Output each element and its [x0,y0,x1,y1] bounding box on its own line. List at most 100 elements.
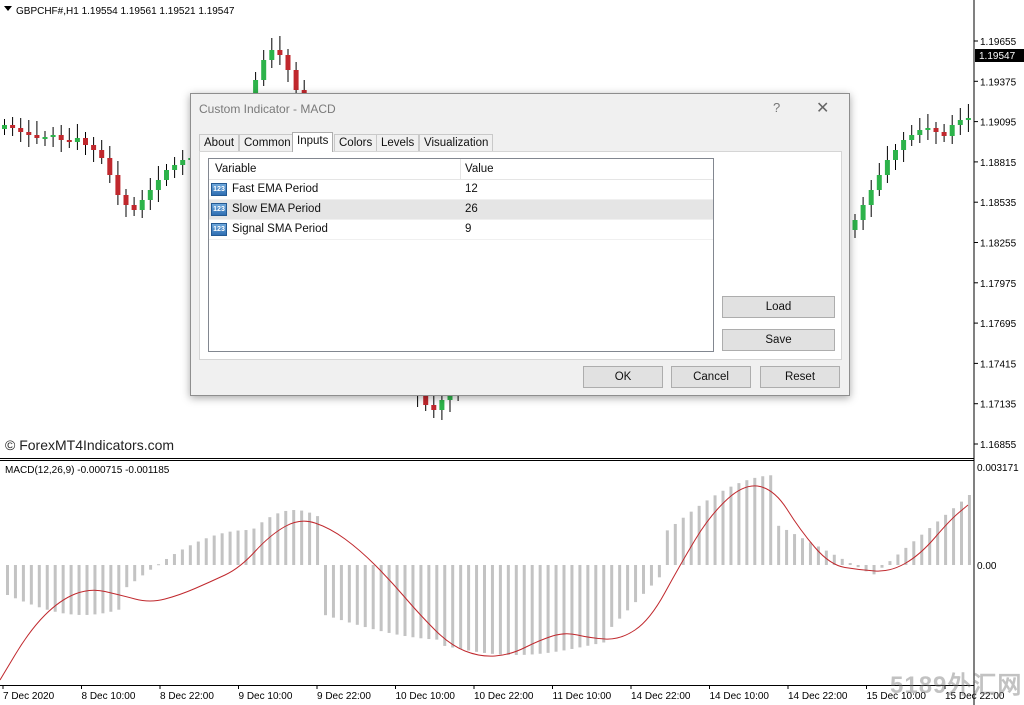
candle-body [10,125,16,128]
table-row[interactable]: 123 Slow EMA Period 26 [209,200,713,220]
price-label: 1.19375 [980,77,1017,88]
candle-body [949,125,955,136]
tab-levels[interactable]: Levels [376,134,420,151]
candle-body [925,128,931,130]
macd-info: MACD(12,26,9) -0.000715 -0.001185 [5,465,170,476]
histogram-bar [149,565,153,570]
histogram-bar [498,565,502,655]
histogram-bar [761,476,765,565]
table-row[interactable]: 123 Fast EMA Period 12 [209,180,713,200]
histogram-bar [880,565,884,568]
histogram-bar [967,495,971,565]
candle-body [180,160,186,165]
integer-param-icon: 123 [211,223,227,236]
current-price-label: 1.19547 [979,51,1016,62]
histogram-bar [69,565,73,615]
candle-body [285,55,291,70]
integer-param-icon: 123 [211,183,227,196]
tab-about[interactable]: About [199,134,240,151]
candle-body [107,158,113,175]
histogram-bar [816,546,820,565]
histogram-bar [45,565,49,610]
histogram-bar [626,565,630,611]
histogram-bar [602,565,606,643]
tab-visualization[interactable]: Visualization [419,134,494,151]
dialog-title: Custom Indicator - MACD [199,102,336,116]
help-icon[interactable]: ? [773,100,780,115]
save-button[interactable]: Save [722,329,835,351]
column-divider [460,159,461,179]
histogram-bar [888,561,892,565]
integer-param-icon: 123 [211,203,227,216]
histogram-bar [133,565,137,582]
candle-body [261,60,267,80]
time-label: 10 Dec 22:00 [474,691,534,702]
close-icon[interactable]: ✕ [816,98,829,118]
candle-body [18,128,24,132]
histogram-bar [204,538,208,565]
load-button[interactable]: Load [722,296,835,318]
histogram-bar [29,565,33,605]
histogram-bar [324,565,327,616]
tab-common[interactable]: Common [239,134,296,151]
histogram-bar [745,480,749,565]
row-variable: Slow EMA Period [232,203,321,215]
histogram-bar [403,565,407,637]
histogram-bar [705,500,709,565]
histogram-bar [125,565,129,588]
column-value: Value [465,163,494,175]
price-axis: 1.19655 1.19375 1.19095 1.18815 1.18535 1.182… [974,37,1024,451]
histogram-bar [427,565,431,640]
candle-body [884,160,890,175]
histogram-bar [180,549,184,565]
candle-body [269,50,275,60]
histogram-bar [546,565,550,653]
price-label: 1.17975 [980,279,1017,290]
tab-colors[interactable]: Colors [334,134,378,151]
histogram-bar [467,565,471,651]
histogram-bar [848,563,852,565]
histogram-bar [490,565,494,654]
histogram-bar [165,558,168,565]
candle-body [164,170,169,180]
candle-body [439,400,445,410]
price-label: 1.19655 [980,37,1017,48]
tab-inputs[interactable]: Inputs [292,132,334,152]
histogram-bar [61,565,65,614]
ok-button[interactable]: OK [583,366,663,388]
price-label: 1.17695 [980,319,1017,330]
time-label: 14 Dec 22:00 [788,691,848,702]
reset-button[interactable]: Reset [760,366,840,388]
price-label: 1.18815 [980,158,1017,169]
histogram-bar [331,565,335,618]
macd-histogram [6,475,971,655]
histogram-bar [77,565,81,615]
histogram-bar [85,565,89,615]
cancel-button[interactable]: Cancel [671,366,751,388]
candle-body [58,135,64,140]
time-label: 14 Dec 22:00 [631,691,691,702]
histogram-bar [451,565,455,648]
row-value[interactable]: 12 [465,183,478,195]
histogram-bar [729,486,733,565]
candle-body [50,135,56,137]
candle-body [277,50,283,55]
table-row[interactable]: 123 Signal SMA Period 9 [209,220,713,240]
price-label: 1.19095 [980,118,1017,129]
histogram-bar [665,530,669,565]
histogram-bar [506,565,510,655]
histogram-bar [268,517,272,565]
histogram-bar [379,565,383,632]
histogram-bar [769,475,773,565]
inputs-panel: Variable Value 123 Fast EMA Period 12 12… [199,151,842,360]
row-value[interactable]: 9 [465,223,471,235]
candle-body [74,138,80,142]
histogram-bar [308,512,312,565]
histogram-bar [514,565,518,655]
chart-menu-arrow-icon[interactable] [4,6,12,11]
time-label: 8 Dec 10:00 [82,691,136,702]
candle-body [852,220,858,230]
candle-body [893,150,898,160]
histogram-bar [594,565,598,645]
row-value[interactable]: 26 [465,203,478,215]
